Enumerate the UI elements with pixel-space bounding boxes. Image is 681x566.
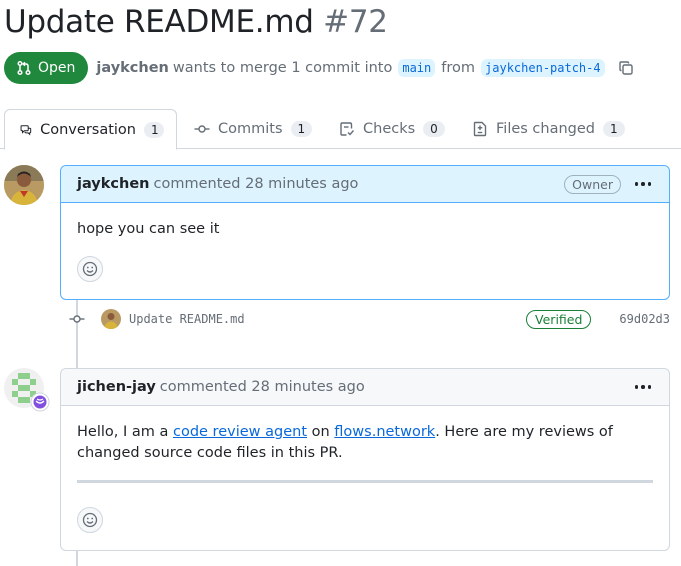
comment-jaykchen: jaykchen commented 28 minutes ago Owner … [60, 165, 670, 300]
commit-row: Update README.md Verified 69d02d3 [60, 304, 670, 334]
head-branch[interactable]: jaykchen-patch-4 [481, 59, 605, 77]
comment-action: commented [153, 176, 241, 192]
divider [77, 480, 653, 483]
owner-badge: Owner [564, 174, 621, 194]
tab-commits[interactable]: Commits 1 [182, 108, 324, 149]
smiley-icon [82, 261, 98, 277]
add-reaction-button[interactable] [77, 507, 103, 533]
verified-badge[interactable]: Verified [526, 309, 592, 329]
tab-conversation[interactable]: Conversation 1 [4, 109, 177, 150]
pr-title: Update README.md #72 [4, 4, 388, 40]
state-label: Open [38, 60, 76, 76]
merge-text: wants to merge 1 commit into [172, 60, 393, 76]
pr-author-link[interactable]: jaykchen [96, 60, 168, 76]
comment-header: jaykchen commented 28 minutes ago Owner [61, 166, 669, 203]
tab-conversation-label: Conversation [40, 121, 136, 138]
comment-text-prefix: Hello, I am a [77, 424, 169, 440]
tab-checks[interactable]: Checks 0 [327, 108, 457, 149]
user-photo-icon [4, 165, 44, 205]
comment-header: jichen-jay commented 28 minutes ago [61, 369, 669, 406]
comment-text: Hello, I am a code review agent on flows… [77, 422, 653, 464]
user-photo-icon [101, 309, 121, 329]
tab-commits-count: 1 [290, 120, 313, 137]
pr-title-text: Update README.md [4, 4, 314, 40]
checks-icon [340, 121, 355, 136]
commit-icon [69, 315, 85, 323]
flows-network-link[interactable]: flows.network [334, 424, 435, 440]
comment-body: Hello, I am a code review agent on flows… [61, 406, 669, 483]
commit-icon [194, 124, 210, 133]
tab-files-changed-label: Files changed [496, 120, 595, 137]
comment-text: hope you can see it [77, 221, 220, 237]
smiley-icon [82, 512, 98, 528]
tab-checks-label: Checks [363, 120, 416, 137]
code-review-agent-link[interactable]: code review agent [173, 424, 307, 440]
conversation-icon [20, 124, 32, 135]
commit-message[interactable]: Update README.md [129, 312, 245, 326]
avatar-jichen-jay[interactable] [4, 368, 50, 412]
pr-state-row: Open jaykchen wants to merge 1 commit in… [4, 52, 635, 84]
copy-icon [618, 61, 633, 75]
pr-tabs: Conversation 1 Commits 1 Checks 0 Files … [0, 108, 681, 150]
git-pull-request-icon [17, 60, 31, 76]
kebab-menu-icon[interactable] [633, 377, 653, 397]
avatar-jaykchen[interactable] [4, 165, 44, 205]
pr-number: #72 [323, 4, 388, 40]
comment-author[interactable]: jichen-jay [77, 379, 156, 395]
comment-time[interactable]: 28 minutes ago [251, 379, 364, 395]
tab-files-changed[interactable]: Files changed 1 [460, 108, 637, 149]
state-badge: Open [4, 52, 89, 84]
comment-author[interactable]: jaykchen [77, 176, 149, 192]
commit-author-avatar[interactable] [101, 309, 121, 329]
add-reaction-button[interactable] [77, 256, 103, 282]
comment-action: commented [159, 379, 247, 395]
comment-time[interactable]: 28 minutes ago [245, 176, 358, 192]
copy-branch-button[interactable] [617, 59, 635, 77]
bot-badge-icon [30, 392, 50, 412]
comment-text-mid: on [311, 424, 330, 440]
commit-sha[interactable]: 69d02d3 [619, 312, 670, 326]
tab-conversation-count: 1 [144, 121, 164, 138]
tab-checks-count: 0 [423, 120, 445, 137]
file-diff-icon [473, 121, 487, 136]
base-branch[interactable]: main [398, 59, 436, 77]
comment-body: hope you can see it [61, 203, 669, 240]
kebab-menu-icon[interactable] [633, 174, 653, 194]
comment-jichen-jay: jichen-jay commented 28 minutes ago Hell… [60, 368, 670, 551]
tab-commits-label: Commits [218, 120, 283, 137]
from-text: from [441, 60, 476, 76]
tab-files-changed-count: 1 [603, 120, 625, 137]
